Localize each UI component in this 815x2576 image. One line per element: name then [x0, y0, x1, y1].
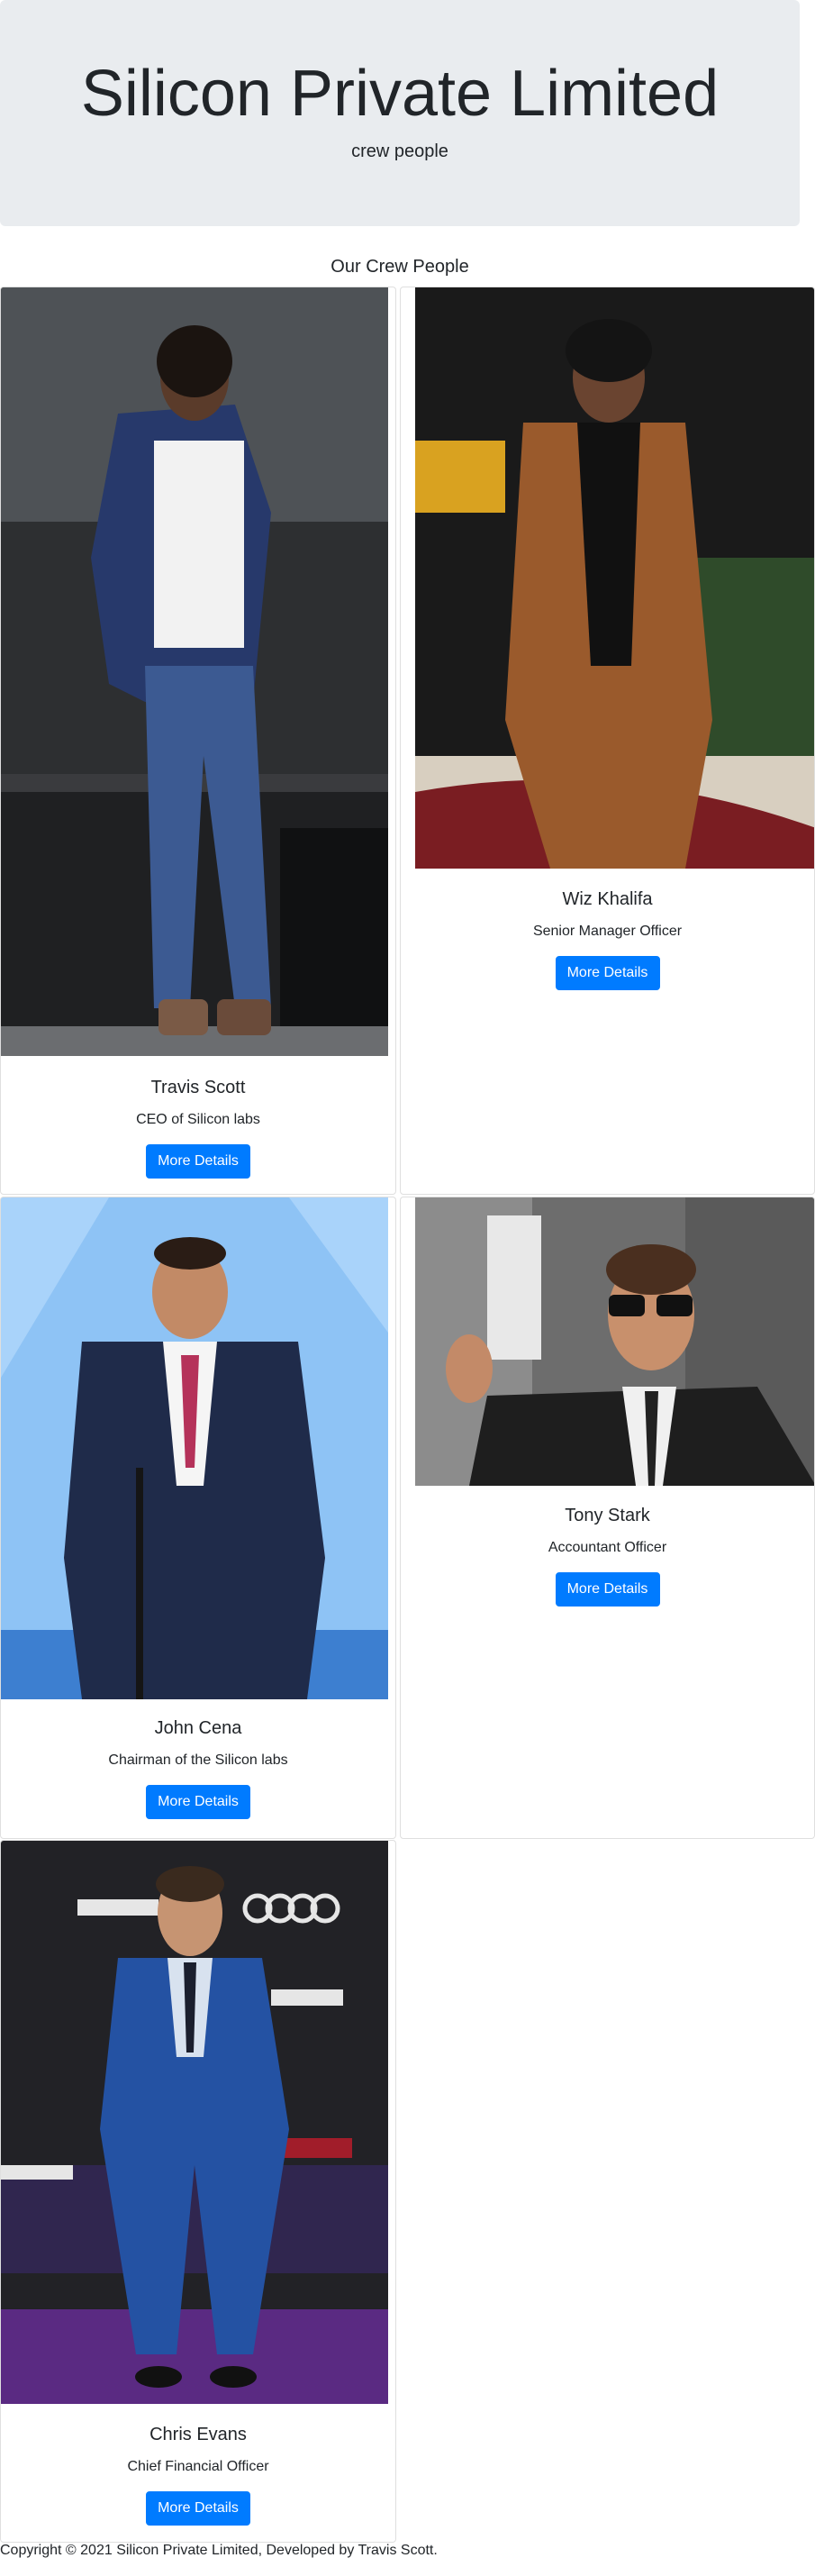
john-cena-photo [1, 1197, 388, 1699]
crew-name: John Cena [154, 1718, 242, 1738]
travis-scott-photo [1, 287, 388, 1056]
crew-role: Senior Manager Officer [532, 924, 683, 939]
crew-role: Accountant Officer [548, 1540, 667, 1555]
company-subtitle: crew people [351, 141, 448, 161]
more-details-button[interactable]: More Details [555, 1572, 660, 1607]
header-jumbotron: Silicon Private Limited crew people [0, 0, 800, 226]
company-title: Silicon Private Limited [80, 58, 720, 130]
crew-card-chris-evans: Chris Evans Chief Financial Officer More… [0, 1840, 396, 2543]
more-details-button[interactable]: More Details [146, 1144, 250, 1179]
more-details-button[interactable]: More Details [555, 956, 660, 990]
chris-evans-photo [1, 1841, 388, 2404]
more-details-button[interactable]: More Details [146, 2491, 250, 2526]
crew-role: CEO of Silicon labs [136, 1112, 260, 1127]
footer-copyright: Copyright © 2021 Silicon Private Limited… [0, 2543, 438, 2558]
crew-name: Chris Evans [149, 2425, 247, 2444]
tony-stark-photo [415, 1197, 814, 1486]
wiz-khalifa-photo [415, 287, 814, 869]
more-details-button[interactable]: More Details [146, 1785, 250, 1819]
crew-card-tony-stark: Tony Stark Accountant Officer More Detai… [400, 1197, 815, 1839]
crew-role: Chairman of the Silicon labs [108, 1752, 288, 1768]
crew-role: Chief Financial Officer [127, 2459, 269, 2474]
crew-name: Tony Stark [565, 1506, 650, 1525]
crew-name: Travis Scott [150, 1078, 246, 1097]
section-title: Our Crew People [331, 257, 469, 277]
crew-name: Wiz Khalifa [562, 889, 653, 909]
crew-card-travis-scott: Travis Scott CEO of Silicon labs More De… [0, 287, 396, 1195]
crew-card-john-cena: John Cena Chairman of the Silicon labs M… [0, 1197, 396, 1839]
crew-card-wiz-khalifa: Wiz Khalifa Senior Manager Officer More … [400, 287, 815, 1195]
